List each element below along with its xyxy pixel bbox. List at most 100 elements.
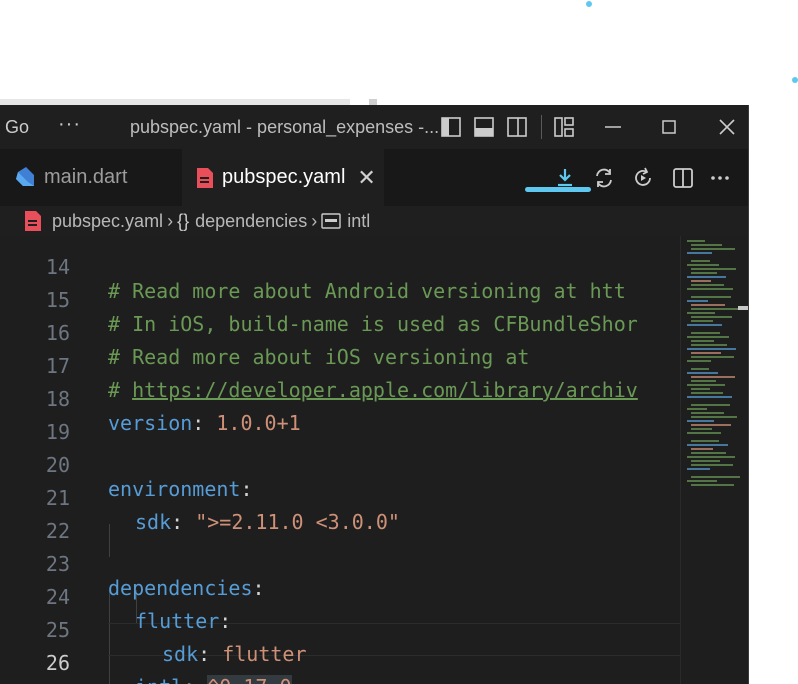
minimap-line	[687, 432, 721, 434]
minimap-line	[691, 340, 714, 342]
tab-label: main.dart	[44, 166, 128, 188]
decorative-dot	[586, 1, 592, 7]
code-line: 17 # https://developer.apple.com/library…	[0, 326, 680, 402]
title-bar: Go ··· pubspec.yaml - personal_expenses …	[0, 105, 748, 149]
toggle-primary-sidebar-icon[interactable]	[440, 116, 462, 138]
code-line: 21 sdk: ">=2.11.0 <3.0.0"	[0, 458, 680, 534]
minimap-line	[691, 476, 740, 478]
toggle-secondary-sidebar-icon[interactable]	[506, 116, 528, 138]
minimap-line	[691, 308, 738, 310]
window-title: pubspec.yaml - personal_expenses -...	[130, 117, 440, 137]
minimap-line	[691, 416, 737, 418]
minimap-line	[687, 288, 733, 290]
maximize-icon[interactable]	[658, 116, 680, 138]
minimap-line	[691, 376, 735, 378]
minimap-line	[687, 396, 732, 398]
more-menu-icon[interactable]: ···	[58, 113, 81, 136]
minimap-line	[691, 304, 725, 306]
close-tab-icon[interactable]: ✕	[357, 165, 375, 191]
minimap-line	[687, 336, 729, 338]
tab-main-dart[interactable]: main.dart	[0, 149, 182, 206]
scrollbar-thumb[interactable]	[738, 306, 748, 310]
minimap-line	[687, 384, 725, 386]
minimap-line	[687, 300, 708, 302]
split-editor-icon[interactable]	[671, 166, 695, 190]
decorative-dot	[792, 77, 798, 83]
minimap-line	[691, 428, 712, 430]
minimap-line	[687, 480, 717, 482]
minimap-line	[691, 296, 731, 298]
minimap-line	[691, 440, 719, 442]
tab-pubspec-yaml[interactable]: pubspec.yaml ✕	[182, 149, 384, 206]
line-number: 27	[0, 680, 70, 684]
dart-icon	[16, 166, 34, 186]
minimap-line	[687, 312, 715, 314]
more-actions-icon[interactable]	[708, 166, 732, 190]
code-line: 16 # Read more about iOS versioning at	[0, 293, 680, 369]
toggle-panel-icon[interactable]	[473, 116, 495, 138]
breadcrumb-separator: ›	[311, 210, 318, 231]
minimize-icon[interactable]	[602, 116, 624, 138]
minimap-line	[687, 372, 718, 374]
vscode-window: Go ··· pubspec.yaml - personal_expenses …	[0, 105, 749, 684]
minimap-line	[691, 448, 713, 450]
tab-label: pubspec.yaml	[222, 166, 346, 188]
minimap-line	[687, 360, 711, 362]
minimap[interactable]	[680, 236, 741, 684]
minimap-line	[687, 240, 705, 242]
minimap-line	[691, 368, 709, 370]
breadcrumb-file-label: pubspec.yaml	[52, 210, 164, 231]
minimap-line	[687, 348, 736, 350]
code-line: 25 sdk: flutter	[0, 590, 680, 666]
code-line: 20 environment:	[0, 425, 680, 501]
minimap-line	[687, 420, 714, 422]
sync-icon[interactable]	[592, 166, 616, 190]
minimap-line	[687, 468, 710, 470]
object-symbol-icon: {}	[177, 210, 190, 231]
minimap-line	[691, 352, 721, 354]
minimap-line	[691, 464, 733, 466]
minimap-line	[691, 284, 724, 286]
minimap-line	[691, 260, 710, 262]
restart-icon[interactable]	[631, 166, 655, 190]
code-line: 23 dependencies:	[0, 524, 680, 600]
code-editor[interactable]: 14 # Read more about Android versioning …	[0, 236, 680, 684]
minimap-line	[691, 248, 735, 250]
minimap-line	[691, 272, 717, 274]
minimap-line	[687, 252, 712, 254]
minimap-line	[687, 324, 722, 326]
minimap-line	[687, 264, 719, 266]
code-line: 19	[0, 392, 680, 444]
minimap-line	[691, 380, 716, 382]
minimap-line	[691, 452, 726, 454]
title-separator	[541, 115, 542, 139]
code-line: 22	[0, 491, 680, 543]
minimap-line	[687, 444, 728, 446]
minimap-line	[691, 316, 732, 318]
minimap-line	[687, 408, 707, 410]
string-symbol-icon	[321, 213, 341, 229]
breadcrumb-section[interactable]: {} dependencies	[177, 211, 307, 232]
breadcrumb-separator: ›	[167, 210, 174, 231]
breadcrumb-file[interactable]: pubspec.yaml	[24, 210, 163, 232]
minimap-line	[691, 412, 724, 414]
close-window-icon[interactable]	[716, 116, 738, 138]
menu-go[interactable]: Go	[5, 117, 29, 138]
minimap-line	[691, 404, 730, 406]
code-line: 14 # Read more about Android versioning …	[0, 236, 680, 303]
minimap-line	[691, 244, 722, 246]
minimap-line	[691, 424, 731, 426]
minimap-line	[691, 344, 727, 346]
minimap-line	[691, 356, 734, 358]
minimap-line	[691, 280, 711, 282]
progress-indicator	[525, 187, 591, 192]
breadcrumb-section-label: dependencies	[195, 210, 308, 231]
minimap-line	[691, 392, 723, 394]
code-line: 27	[0, 656, 680, 684]
customize-layout-icon[interactable]	[553, 116, 575, 138]
minimap-line	[691, 332, 720, 334]
tab-bar: main.dart pubspec.yaml ✕	[0, 149, 748, 206]
breadcrumb-item[interactable]: intl	[321, 211, 370, 232]
breadcrumb: pubspec.yaml › {} dependencies › intl	[0, 206, 748, 236]
minimap-line	[691, 268, 736, 270]
